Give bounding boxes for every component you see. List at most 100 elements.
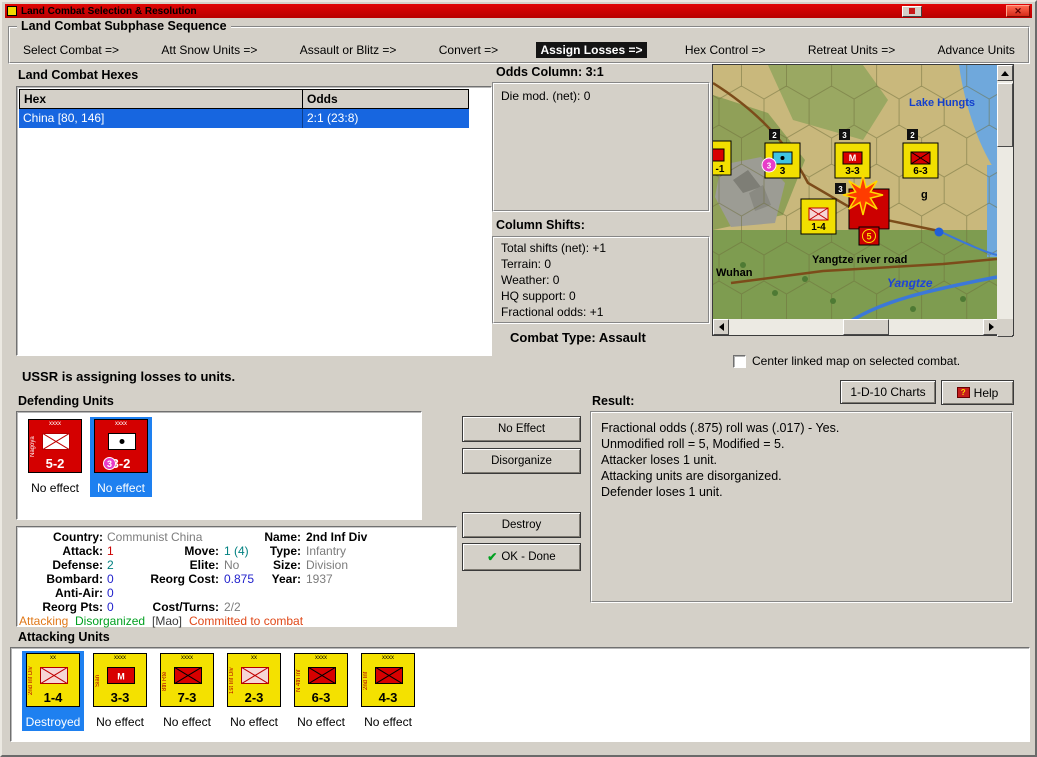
detail-elite-value: No xyxy=(224,558,240,572)
titlebar-button-icon xyxy=(909,8,915,14)
defending-unit-cell-0[interactable]: xxxx Nagoya 5-2 No effect xyxy=(24,417,86,497)
map-vertical-scrollbar[interactable] xyxy=(997,65,1013,337)
result-line: Defender loses 1 unit. xyxy=(601,485,723,499)
detail-cost-turns-label: Cost/Turns: xyxy=(152,600,219,614)
map-label-road: Yangtze river road xyxy=(812,254,907,266)
combat-hex-name: China [80, 146] xyxy=(19,109,303,128)
shift-hq: HQ support: 0 xyxy=(501,289,576,303)
map-unit-counter[interactable]: -1 xyxy=(713,140,732,176)
scroll-left-button[interactable] xyxy=(713,319,729,335)
destroy-button-label: Destroy xyxy=(501,519,542,531)
infantry-symbol-icon xyxy=(174,667,202,684)
check-icon: ✔ xyxy=(487,550,498,564)
hex-column-header: Hex xyxy=(19,89,303,109)
detail-reorg-pts-label: Reorg Pts: xyxy=(42,600,103,614)
defending-units-title: Defending Units xyxy=(18,394,114,408)
destroy-button[interactable]: Destroy xyxy=(462,512,581,538)
map-horizontal-scrollbar[interactable] xyxy=(713,319,999,335)
infantry-symbol-icon xyxy=(241,667,269,684)
attacking-unit-cell-3[interactable]: xx 1st Inf Div 2-3 No effect xyxy=(223,651,285,731)
seq-step-hex-control: Hex Control => xyxy=(684,43,766,57)
help-button-label: Help xyxy=(973,385,999,400)
detail-bombard-label: Bombard: xyxy=(46,572,103,586)
attacking-unit-cell-0[interactable]: xx 2nd Inf Div 1-4 Destroyed xyxy=(22,651,84,731)
attacking-unit-cell-5[interactable]: xxxx 2nd Inf 4-3 No effect xyxy=(357,651,419,731)
detail-year-label: Year: xyxy=(271,572,301,586)
svg-text:3-3: 3-3 xyxy=(845,166,860,177)
shift-fractional: Fractional odds: +1 xyxy=(501,305,604,319)
stack-count-label: 3 xyxy=(842,131,847,140)
attacking-unit-cell-4[interactable]: xxxx N 4th Inf 6-3 No effect xyxy=(290,651,352,731)
svg-text:-1: -1 xyxy=(716,164,725,175)
detail-attack-value: 1 xyxy=(107,544,114,558)
detail-antiair-label: Anti-Air: xyxy=(55,586,103,600)
window-title: Land Combat Selection & Resolution xyxy=(21,5,197,17)
detail-size-value: Division xyxy=(306,558,349,572)
infantry-symbol-icon xyxy=(42,433,70,450)
detail-country-value: Communist China xyxy=(107,530,203,544)
shift-total: Total shifts (net): +1 xyxy=(501,241,607,255)
close-button[interactable]: ✕ xyxy=(1006,5,1030,17)
attacking-unit-cell-1[interactable]: xxxx Sian M 3-3 No effect xyxy=(89,651,151,731)
map-panel: -1 3 2 M 3-3 3 6-3 2 1-4 3 5 3 Lake Hung… xyxy=(712,64,1014,337)
help-button[interactable]: ? Help xyxy=(941,380,1014,405)
ok-done-button[interactable]: ✔ OK - Done xyxy=(462,543,581,571)
flag-disorganized: Disorganized xyxy=(75,614,146,628)
detail-move-value: 1 (4) xyxy=(224,544,249,558)
titlebar-button[interactable] xyxy=(902,5,922,17)
land-combat-hexes-title: Land Combat Hexes xyxy=(18,68,139,82)
die-mod-text: Die mod. (net): 0 xyxy=(501,89,591,103)
detail-cost-turns-value: 2/2 xyxy=(224,600,241,614)
vertical-scroll-thumb[interactable] xyxy=(997,83,1013,147)
charts-button-label: 1-D-10 Charts xyxy=(850,385,926,399)
close-icon: ✕ xyxy=(1014,5,1022,16)
combat-hex-row[interactable]: China [80, 146] 2:1 (23:8) xyxy=(19,109,469,128)
map-unit-counter[interactable]: 6-3 xyxy=(902,142,939,179)
map-view[interactable]: -1 3 2 M 3-3 3 6-3 2 1-4 3 5 3 Lake Hung… xyxy=(713,65,997,321)
detail-elite-label: Elite: xyxy=(189,558,219,572)
detail-type-value: Infantry xyxy=(306,544,347,558)
detail-year-value: 1937 xyxy=(306,572,333,586)
unit-counter: xxxx 3-2 3 xyxy=(94,419,148,473)
svg-text:1-4: 1-4 xyxy=(811,222,826,233)
column-shifts-title: Column Shifts: xyxy=(496,218,585,232)
city-dot xyxy=(934,227,944,237)
attacking-units-title: Attacking Units xyxy=(18,630,110,644)
charts-button[interactable]: 1-D-10 Charts xyxy=(840,380,936,404)
detail-bombard-value: 0 xyxy=(107,572,114,586)
defending-unit-cell-1[interactable]: xxxx 3-2 3 No effect xyxy=(90,417,152,497)
detail-attack-label: Attack: xyxy=(62,544,103,558)
horizontal-scroll-thumb[interactable] xyxy=(843,319,889,335)
detail-defense-label: Defense: xyxy=(52,558,103,572)
window-frame: Land Combat Selection & Resolution ✕ Lan… xyxy=(0,0,1037,757)
garrison-symbol-icon xyxy=(108,433,136,450)
map-unit-counter[interactable]: M 3-3 xyxy=(834,142,871,179)
disorganize-button-label: Disorganize xyxy=(491,455,552,467)
app-icon xyxy=(7,6,17,16)
unit-counter: xxxx Nagoya 5-2 xyxy=(28,419,82,473)
ok-done-button-label: OK - Done xyxy=(501,551,556,563)
unit-status-label: No effect xyxy=(230,715,278,729)
scroll-up-button[interactable] xyxy=(997,65,1013,81)
militia-symbol-icon: M xyxy=(107,667,135,684)
unit-counter: xx 1st Inf Div 2-3 xyxy=(227,653,281,707)
center-map-checkbox[interactable] xyxy=(733,354,746,368)
result-line: Attacker loses 1 unit. xyxy=(601,453,718,467)
result-title: Result: xyxy=(592,394,635,408)
assign-losses-status-text: USSR is assigning losses to units. xyxy=(22,369,236,384)
seq-step-assault-or-blitz: Assault or Blitz => xyxy=(299,43,397,57)
combat-hexes-table: Hex Odds China [80, 146] 2:1 (23:8) xyxy=(19,89,469,128)
map-unit-counter[interactable]: 1-4 xyxy=(800,198,837,235)
detail-size-label: Size: xyxy=(272,558,301,572)
unit-status-label: No effect xyxy=(96,715,144,729)
unit-size-label: xxxx xyxy=(115,421,127,427)
attacking-unit-cell-2[interactable]: xxxx 8th Rte 7-3 No effect xyxy=(156,651,218,731)
unit-details-panel: Country: Communist China Name: 2nd Inf D… xyxy=(16,526,457,628)
combat-hexes-panel: Hex Odds China [80, 146] 2:1 (23:8) xyxy=(16,86,492,356)
map-label-city: Wuhan xyxy=(716,267,753,279)
no-effect-button[interactable]: No Effect xyxy=(462,416,581,442)
map-label-lake: Lake Hungts xyxy=(909,97,975,109)
disorganize-button[interactable]: Disorganize xyxy=(462,448,581,474)
scroll-right-icon xyxy=(988,323,994,331)
scroll-left-icon xyxy=(718,323,724,331)
